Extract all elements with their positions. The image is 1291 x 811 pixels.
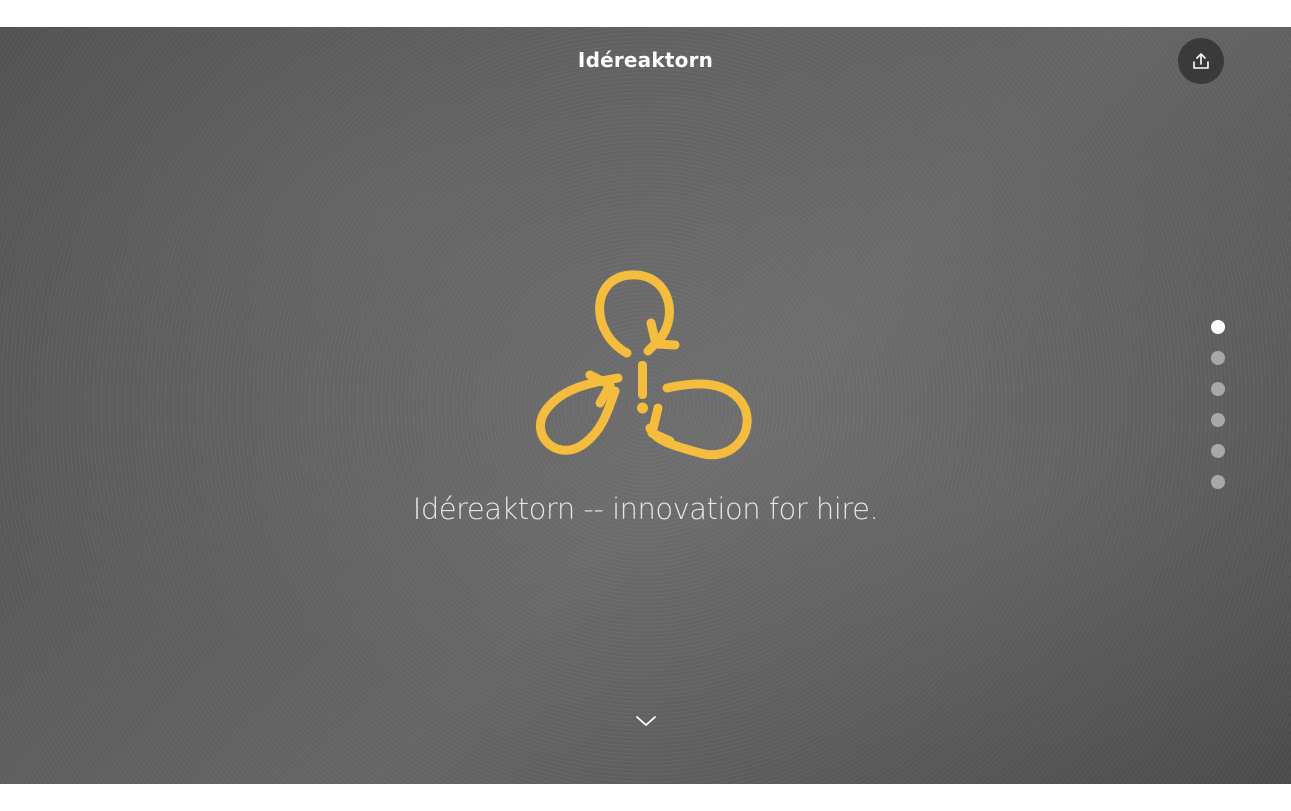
idereaktorn-logo-icon xyxy=(536,270,752,460)
section-pagination xyxy=(1211,320,1227,506)
top-margin xyxy=(0,0,1291,27)
bottom-margin xyxy=(0,784,1291,811)
site-title: Idéreaktorn xyxy=(577,48,714,72)
chevron-down-icon[interactable] xyxy=(633,712,659,730)
share-icon xyxy=(1193,53,1209,69)
pagination-dot-1[interactable] xyxy=(1211,320,1225,334)
pagination-dot-3[interactable] xyxy=(1211,382,1225,396)
pagination-dot-2[interactable] xyxy=(1211,351,1225,365)
hero-tagline: Idéreaktorn -- innovation for hire. xyxy=(412,492,879,526)
pagination-dot-6[interactable] xyxy=(1211,475,1225,489)
pagination-dot-5[interactable] xyxy=(1211,444,1225,458)
share-button[interactable] xyxy=(1178,38,1224,84)
pagination-dot-4[interactable] xyxy=(1211,413,1225,427)
